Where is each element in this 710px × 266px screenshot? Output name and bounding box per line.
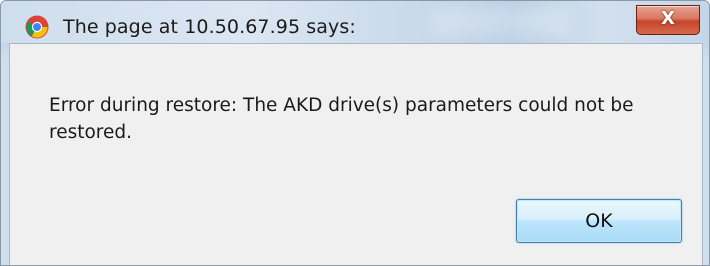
ok-button[interactable]: OK	[516, 199, 682, 243]
close-icon: X	[661, 8, 675, 29]
alert-dialog-window: The page at 10.50.67.95 says: X Error du…	[0, 0, 710, 266]
title-bar[interactable]: The page at 10.50.67.95 says: X	[1, 1, 709, 43]
dialog-body: Error during restore: The AKD drive(s) p…	[9, 43, 703, 265]
close-button[interactable]: X	[636, 5, 700, 35]
dialog-title: The page at 10.50.67.95 says:	[63, 16, 356, 38]
error-message: Error during restore: The AKD drive(s) p…	[49, 95, 634, 143]
chrome-icon	[25, 15, 49, 39]
